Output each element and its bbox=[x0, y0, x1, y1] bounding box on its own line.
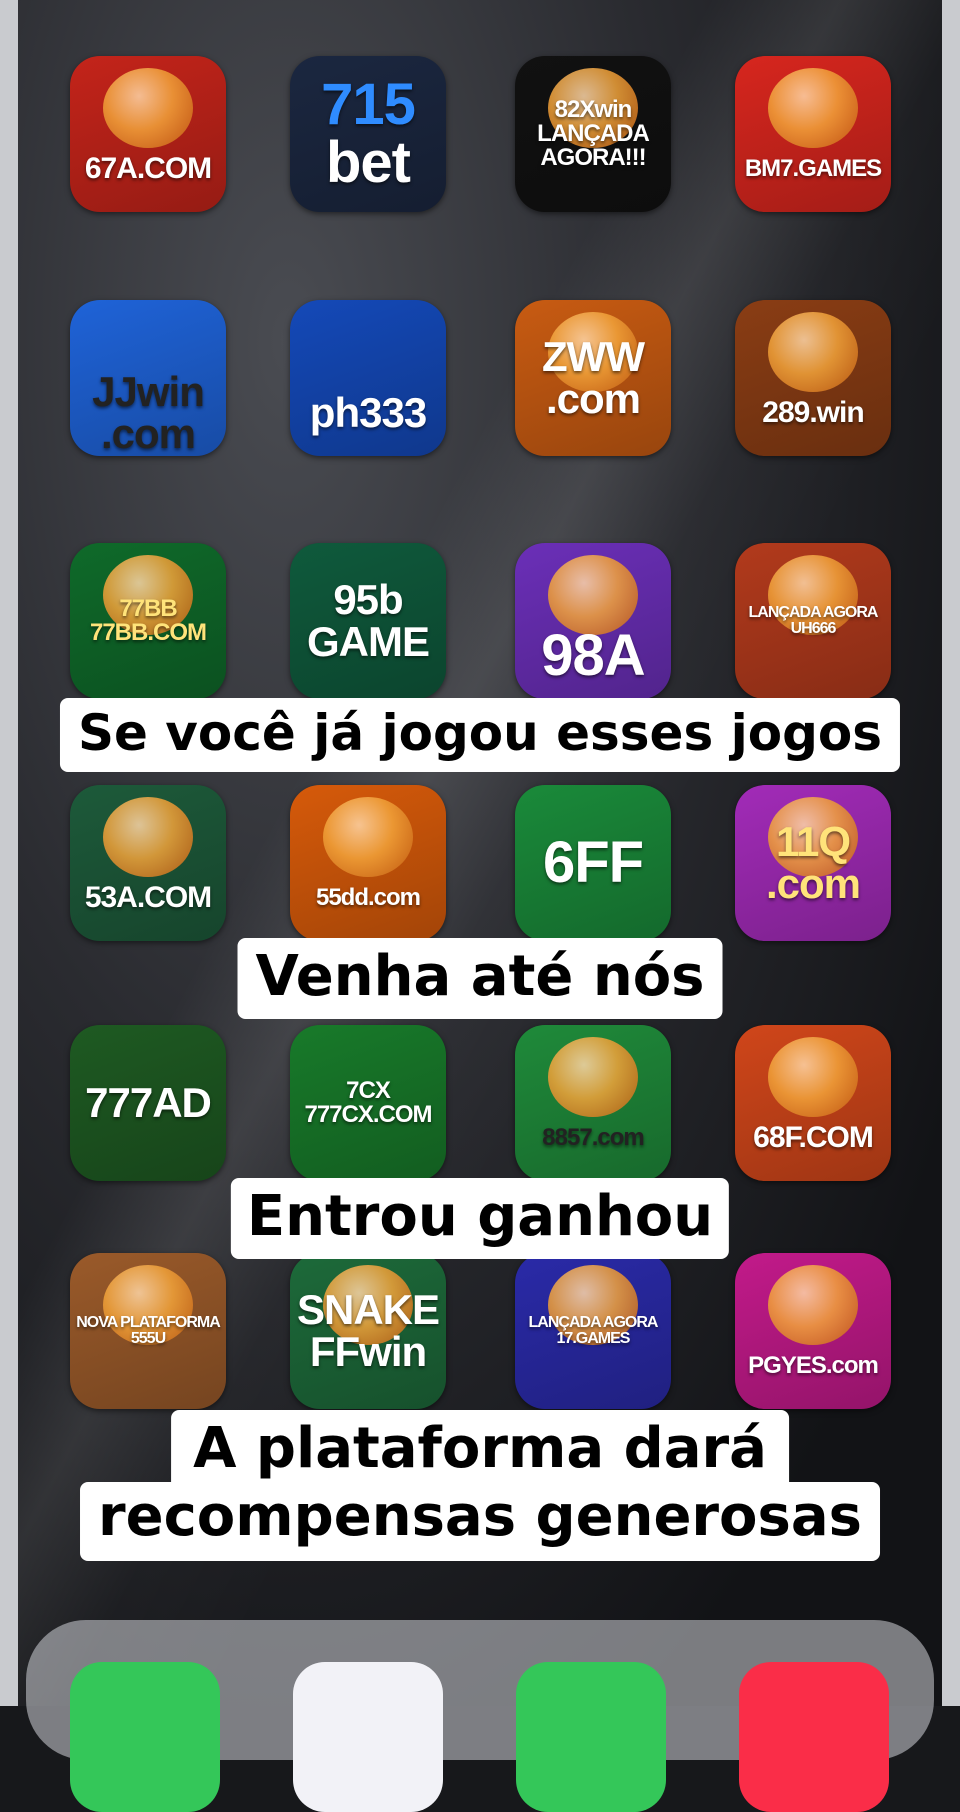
frame-right-edge bbox=[942, 0, 960, 1706]
app-icon-label: 289.win bbox=[762, 396, 864, 429]
app-icon-label: 7CX 777CX.COM bbox=[304, 1077, 432, 1128]
mascot-icon bbox=[323, 797, 413, 877]
app-icon-6ff[interactable]: 6FF bbox=[515, 785, 671, 941]
app-icon-555u[interactable]: NOVA PLATAFORMA 555U bbox=[70, 1253, 226, 1409]
app-icon-zww-com[interactable]: ZWW .com bbox=[515, 300, 671, 456]
mascot-icon bbox=[768, 1265, 858, 1345]
app-icon-label: 53A.COM bbox=[84, 881, 212, 914]
app-icon-11q-com[interactable]: 11Q .com bbox=[735, 785, 891, 941]
app-icon-777cx-com[interactable]: 7CX 777CX.COM bbox=[290, 1025, 446, 1181]
app-icon-label: 95b GAME bbox=[307, 576, 430, 665]
app-icon-label: PGYES.com bbox=[748, 1352, 879, 1379]
app-icon-label: 777AD bbox=[85, 1079, 212, 1126]
app-icon-55dd-com[interactable]: 55dd.com bbox=[290, 785, 446, 941]
app-icon-label: BM7.GAMES bbox=[744, 155, 882, 182]
app-icon-label: 98A bbox=[541, 623, 645, 688]
app-icon-label: 11Q .com bbox=[765, 818, 861, 907]
app-icon-label: SNAKE FFwin bbox=[296, 1286, 440, 1375]
app-icon-label: 82Xwin LANÇADA AGORA!!! bbox=[537, 96, 650, 171]
caption-line-4b: recompensas generosas bbox=[80, 1482, 880, 1561]
app-icon-pgyes-com[interactable]: PGYES.com bbox=[735, 1253, 891, 1409]
app-icon-jjwin[interactable]: JJwin .com bbox=[70, 300, 226, 456]
app-icon-label: LANÇADA AGORA UH666 bbox=[748, 604, 879, 637]
app-icon-label: 6FF bbox=[542, 830, 644, 895]
app-icon-label: 67A.COM bbox=[84, 152, 212, 185]
caption-line-2: Venha até nós bbox=[237, 938, 723, 1019]
mascot-icon bbox=[768, 68, 858, 148]
app-icon-label: LANÇADA AGORA 17.GAMES bbox=[528, 1314, 659, 1347]
app-icon-68f-com[interactable]: 68F.COM bbox=[735, 1025, 891, 1181]
caption-line-4a: A plataforma dará bbox=[171, 1410, 789, 1483]
app-icon-53a-com[interactable]: 53A.COM bbox=[70, 785, 226, 941]
app-icon-95b-game[interactable]: 95b GAME bbox=[290, 543, 446, 699]
dock-phone-icon[interactable] bbox=[70, 1662, 220, 1812]
frame-left-edge bbox=[0, 0, 18, 1706]
app-icon-8857-com[interactable]: 8857.com bbox=[515, 1025, 671, 1181]
dock-music-icon[interactable] bbox=[739, 1662, 889, 1812]
app-icon-17-games[interactable]: LANÇADA AGORA 17.GAMES bbox=[515, 1253, 671, 1409]
dock-safari-icon[interactable] bbox=[293, 1662, 443, 1812]
app-icon-bm7-games[interactable]: BM7.GAMES bbox=[735, 56, 891, 212]
app-icon-715-bet[interactable]: 715 bet bbox=[290, 56, 446, 212]
app-icon-label: 715 bet bbox=[321, 72, 416, 196]
mascot-icon bbox=[768, 312, 858, 392]
app-icon-label: ZWW .com bbox=[542, 333, 645, 422]
app-icon-ffwin[interactable]: SNAKE FFwin bbox=[290, 1253, 446, 1409]
app-icon-label: 68F.COM bbox=[753, 1121, 874, 1154]
app-icon-67a-com[interactable]: 67A.COM bbox=[70, 56, 226, 212]
caption-line-3: Entrou ganhou bbox=[230, 1178, 730, 1259]
app-icon-uh666[interactable]: LANÇADA AGORA UH666 bbox=[735, 543, 891, 699]
app-icon-98a[interactable]: 98A bbox=[515, 543, 671, 699]
app-icon-289-win[interactable]: 289.win bbox=[735, 300, 891, 456]
app-icon-label: ph333 bbox=[309, 389, 427, 436]
mascot-icon bbox=[103, 68, 193, 148]
app-icon-label: 8857.com bbox=[542, 1124, 644, 1151]
mascot-icon bbox=[103, 797, 193, 877]
app-icon-label: 55dd.com bbox=[315, 884, 421, 911]
app-icon-777ad[interactable]: 777AD bbox=[70, 1025, 226, 1181]
app-icon-82xwin[interactable]: 82Xwin LANÇADA AGORA!!! bbox=[515, 56, 671, 212]
app-icon-ph333[interactable]: ph333 bbox=[290, 300, 446, 456]
mascot-icon bbox=[768, 1037, 858, 1117]
app-icon-label: JJwin .com bbox=[92, 368, 205, 456]
app-icon-label: 77BB 77BB.COM bbox=[89, 595, 207, 646]
app-icon-label: NOVA PLATAFORMA 555U bbox=[76, 1314, 220, 1347]
app-icon-77bb[interactable]: 77BB 77BB.COM bbox=[70, 543, 226, 699]
caption-line-1: Se você já jogou esses jogos bbox=[59, 698, 901, 772]
mascot-icon bbox=[548, 1037, 638, 1117]
dock-messages-icon[interactable] bbox=[516, 1662, 666, 1812]
